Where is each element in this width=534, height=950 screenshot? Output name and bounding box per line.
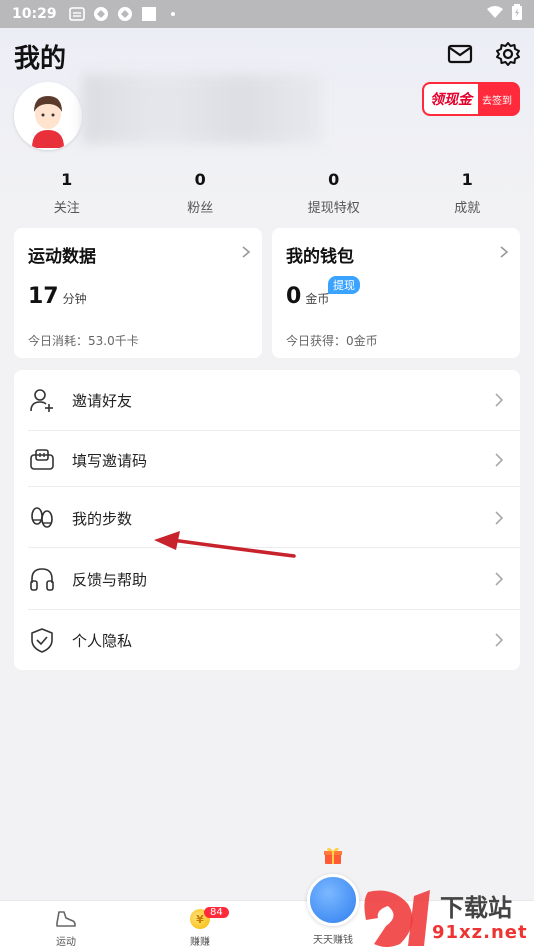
menu-invite-friends[interactable]: 邀请好友 <box>14 370 520 430</box>
username-blurred <box>82 74 322 144</box>
nav-label: 赚赚 <box>190 937 210 948</box>
watermark-title: 下载站 <box>440 894 512 922</box>
stat-fans[interactable]: 0 粉丝 <box>134 170 268 216</box>
sport-minutes-unit: 分钟 <box>62 292 87 306</box>
wallet-card[interactable]: 我的钱包 提现 0 金币 今日获得：0金币 <box>272 228 520 358</box>
page-title: 我的 <box>14 44 67 74</box>
divider <box>28 547 520 548</box>
sport-data-card[interactable]: 运动数据 17 分钟 今日消耗：53.0千卡 <box>14 228 262 358</box>
stat-label: 提现特权 <box>307 201 360 216</box>
sport-minutes: 17 分钟 <box>28 284 87 309</box>
watermark-url: 91xz.net <box>432 922 528 943</box>
center-action-button[interactable] <box>307 874 359 926</box>
nav-daily-earn[interactable]: 天天赚钱 <box>293 931 373 946</box>
checkin-label: 去签到 <box>482 95 512 107</box>
chevron-right-icon <box>494 510 504 526</box>
wifi-icon <box>486 5 504 23</box>
earn-count-badge: 84 <box>204 907 229 918</box>
cash-button-label: 领现金 <box>424 84 478 114</box>
sport-minutes-value: 17 <box>28 284 59 309</box>
stat-value: 0 <box>328 170 340 189</box>
shield-check-icon <box>28 626 56 654</box>
chevron-right-icon <box>494 571 504 587</box>
menu-label: 我的步数 <box>72 509 133 528</box>
menu-feedback-help[interactable]: 反馈与帮助 <box>14 549 520 609</box>
settings-icon[interactable] <box>494 40 522 68</box>
avatar[interactable] <box>14 82 82 150</box>
wallet-coins-unit: 金币 <box>305 292 330 306</box>
stat-achievements[interactable]: 1 成就 <box>401 170 534 216</box>
shoe-icon <box>26 905 106 933</box>
app-icon <box>93 6 109 22</box>
stats-row: 1 关注 0 粉丝 0 提现特权 1 成就 <box>0 170 534 216</box>
chevron-right-icon <box>240 244 252 258</box>
nav-earn[interactable]: ¥ 赚赚 84 <box>160 905 240 948</box>
app-icon-2 <box>117 6 133 22</box>
chevron-right-icon <box>494 632 504 648</box>
get-cash-button[interactable]: 领现金 去签到 <box>422 82 520 116</box>
status-time: 10:29 <box>12 6 57 22</box>
gift-icon[interactable] <box>323 846 343 866</box>
menu-label: 个人隐私 <box>72 631 133 650</box>
wallet-today: 今日获得：0金币 <box>286 334 378 348</box>
chevron-right-icon <box>494 452 504 468</box>
chevron-right-icon <box>498 244 510 258</box>
menu-label: 填写邀请码 <box>72 451 148 470</box>
sport-card-title: 运动数据 <box>28 247 96 267</box>
stat-label: 关注 <box>53 201 80 216</box>
notification-icon <box>68 6 85 22</box>
stat-value: 1 <box>61 170 73 189</box>
wallet-card-title: 我的钱包 <box>286 247 354 267</box>
square-icon <box>141 6 157 22</box>
stat-privilege[interactable]: 0 提现特权 <box>267 170 401 216</box>
divider <box>28 486 520 487</box>
menu-privacy[interactable]: 个人隐私 <box>14 610 520 670</box>
add-user-icon <box>28 386 56 414</box>
status-bar: 10:29 <box>0 0 534 28</box>
chevron-right-icon <box>494 392 504 408</box>
wallet-coins-value: 0 <box>286 284 302 309</box>
stat-value: 1 <box>461 170 473 189</box>
stat-label: 粉丝 <box>187 201 214 216</box>
settings-menu: 邀请好友 填写邀请码 我的步数 反馈与帮助 个人隐私 <box>14 370 520 670</box>
stat-following[interactable]: 1 关注 <box>0 170 134 216</box>
battery-icon <box>512 4 522 24</box>
dot-icon <box>165 6 181 22</box>
menu-invite-code[interactable]: 填写邀请码 <box>14 430 520 490</box>
sport-calories: 今日消耗：53.0千卡 <box>28 334 139 348</box>
footprints-icon <box>28 504 56 532</box>
stat-value: 0 <box>194 170 206 189</box>
ticket-icon <box>28 446 56 474</box>
menu-label: 反馈与帮助 <box>72 570 148 589</box>
nav-label: 天天赚钱 <box>313 935 353 946</box>
menu-label: 邀请好友 <box>72 391 133 410</box>
mail-icon[interactable] <box>446 40 474 68</box>
wallet-coins: 0 金币 <box>286 284 329 309</box>
headphones-icon <box>28 565 56 593</box>
menu-my-steps[interactable]: 我的步数 <box>14 488 520 548</box>
withdraw-badge[interactable]: 提现 <box>328 276 360 294</box>
stat-label: 成就 <box>454 201 481 216</box>
nav-sport[interactable]: 运动 <box>26 905 106 948</box>
nav-label: 运动 <box>56 937 76 948</box>
